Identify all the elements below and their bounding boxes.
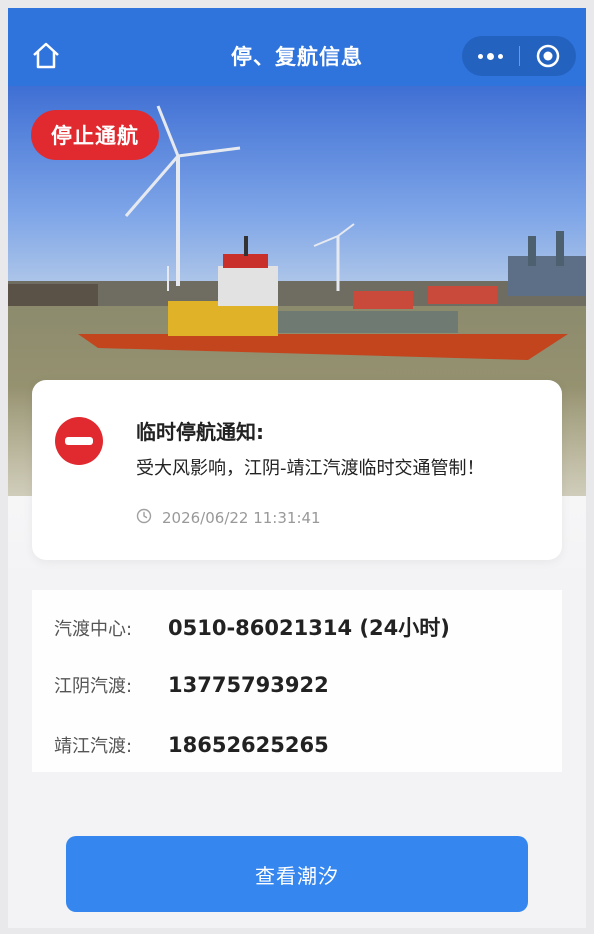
contact-phone[interactable]: 18652625265 [168,733,329,757]
notice-title: 临时停航通知: [136,420,264,444]
contact-row: 江阴汽渡: 13775793922 [54,672,329,698]
notice-card: 临时停航通知: 受大风影响，江阴-靖江汽渡临时交通管制！ 2026/06/22 … [32,380,562,560]
clock-icon [136,508,152,528]
contact-label: 靖江汽渡: [54,736,133,757]
record-circle-icon[interactable] [520,44,577,68]
contact-phone[interactable]: 13775793922 [168,673,329,697]
notice-message: 受大风影响，江阴-靖江汽渡临时交通管制！ [136,458,485,479]
page-title: 停、复航信息 [231,45,363,69]
contact-label: 汽渡中心: [54,619,133,640]
notice-timestamp: 2026/06/22 11:31:41 [162,509,321,527]
contact-list: 汽渡中心: 0510-86021314 (24小时) 江阴汽渡: 1377579… [32,590,562,772]
notice-timestamp-row: 2026/06/22 11:31:41 [136,508,321,528]
contact-row: 靖江汽渡: 18652625265 [54,732,329,758]
contact-phone[interactable]: 0510-86021314 (24小时) [168,612,450,642]
no-entry-icon [54,416,104,466]
view-tide-button[interactable]: 查看潮汐 [66,836,528,912]
nav-bar: 停、复航信息 [8,8,586,86]
more-dots-icon[interactable] [462,52,519,60]
mini-program-capsule [462,36,576,76]
contact-row: 汽渡中心: 0510-86021314 (24小时) [54,612,450,642]
home-icon[interactable] [30,40,62,72]
contact-label: 江阴汽渡: [54,676,133,697]
app-frame: 停、复航信息 停止通航 临时停航通知: 受大风影响，江阴-靖江汽渡临时交通管制！ [8,8,586,928]
status-badge: 停止通航 [31,110,159,160]
